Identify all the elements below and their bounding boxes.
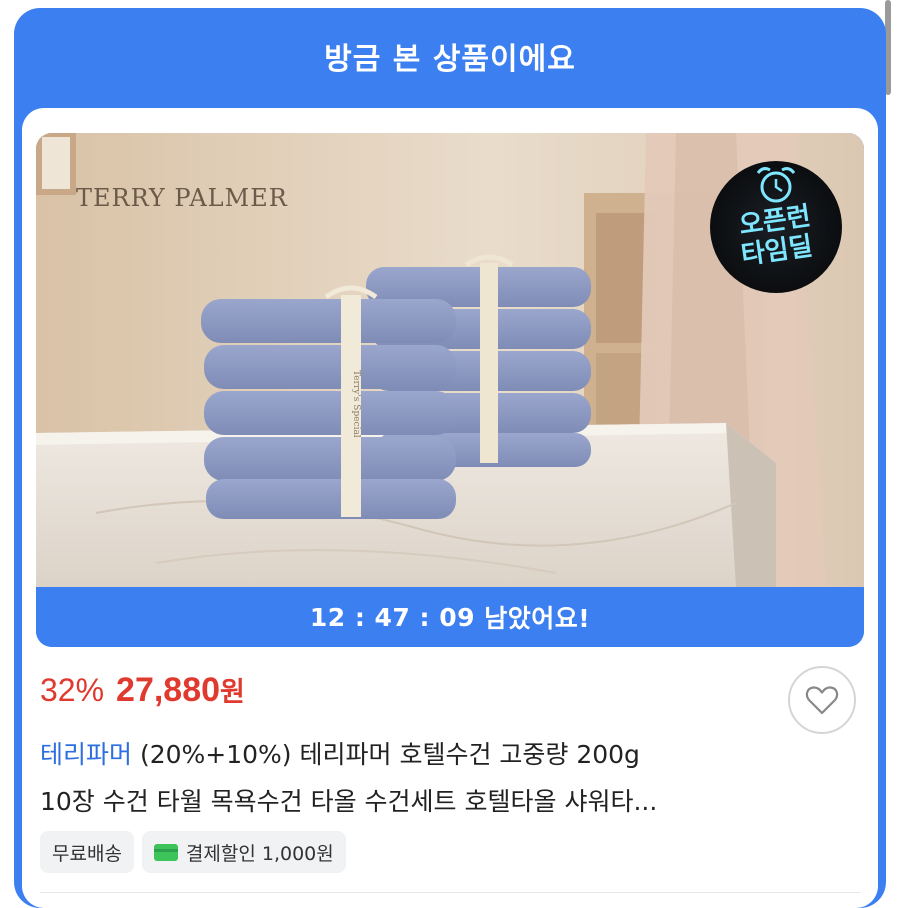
payment-discount-text: 결제할인 1,000원 — [185, 842, 334, 865]
product-media[interactable]: TERRY PALMER Terry's Special 오픈런 타임딜 12 … — [36, 133, 864, 647]
product-image[interactable]: TERRY PALMER Terry's Special 오픈런 타임딜 — [36, 133, 864, 587]
title-line-2: 10장 수건 타월 목욕수건 타올 수건세트 호텔타올 샤워타... — [40, 787, 658, 816]
countdown-banner: 12 : 47 : 09 남았어요! — [36, 587, 864, 647]
sale-price: 27,880 — [116, 671, 221, 709]
recently-viewed-panel: 방금 본 상품이에요 TERRY PALMER Terry's Special … — [14, 8, 886, 908]
title-line1-text: (20%+10%) 테리파머 호텔수건 고중량 200g — [132, 740, 640, 769]
towel-stack-front: Terry's Special — [201, 285, 456, 519]
free-shipping-tag: 무료배송 — [40, 831, 134, 873]
payment-discount-tag: 결제할인 1,000원 — [141, 831, 346, 873]
price-row: 32% 27,880 원 — [40, 670, 245, 714]
product-title[interactable]: 테리파머 (20%+10%) 테리파머 호텔수건 고중량 200g 10장 수건… — [40, 731, 840, 825]
heart-icon — [805, 686, 839, 715]
credit-card-icon — [153, 843, 178, 861]
countdown-time: 12 : 47 : 09 — [309, 602, 476, 632]
brand-name[interactable]: 테리파머 — [40, 740, 132, 769]
panel-title: 방금 본 상품이에요 — [324, 42, 576, 77]
time-deal-badge[interactable]: 오픈런 타임딜 — [710, 161, 842, 293]
product-card[interactable]: TERRY PALMER Terry's Special 오픈런 타임딜 12 … — [22, 108, 878, 908]
title-line-1: 테리파머 (20%+10%) 테리파머 호텔수건 고중량 200g — [40, 731, 840, 778]
wishlist-button[interactable] — [788, 666, 856, 734]
band-label: Terry's Special — [351, 370, 361, 438]
discount-rate: 32% — [40, 672, 105, 708]
brand-watermark: TERRY PALMER — [76, 184, 288, 212]
countdown-suffix: 남았어요! — [475, 604, 591, 633]
benefit-tags: 무료배송 결제할인 1,000원 — [40, 831, 346, 873]
currency-unit: 원 — [220, 677, 245, 708]
